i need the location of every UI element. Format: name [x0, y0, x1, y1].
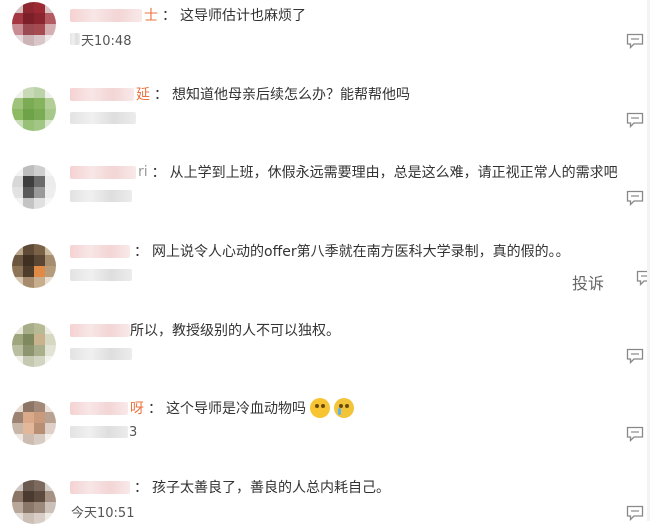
avatar[interactable]: [12, 480, 56, 524]
reply-comment-icon[interactable]: [626, 348, 644, 364]
comment-meta: [70, 109, 136, 127]
separator: ：: [134, 244, 148, 260]
username-tail[interactable]: 士: [144, 5, 158, 25]
comment-text: 从上学到上班，休假永远需要理由，总是这么难，请正视正常人的需求吧: [169, 165, 618, 181]
avatar[interactable]: [12, 87, 56, 131]
comment-meta: [70, 345, 132, 363]
separator: ：: [154, 87, 168, 103]
comment-meta: [70, 187, 132, 205]
comment-meta: 今天10:51: [70, 502, 135, 521]
avatar[interactable]: [12, 323, 56, 367]
timestamp-redacted: [70, 348, 132, 360]
timestamp-redacted: [70, 112, 136, 124]
separator: ：: [134, 480, 148, 496]
comment-header: 所以，教授级别的人不可以独权。: [70, 318, 340, 342]
timestamp: 天10:48: [81, 33, 132, 49]
reply-comment-icon[interactable]: [626, 190, 644, 206]
separator: ：: [162, 8, 176, 24]
reply-comment-icon[interactable]: [626, 505, 644, 521]
username-redacted[interactable]: [70, 480, 130, 494]
username-tail[interactable]: ri: [138, 164, 148, 180]
username-tail[interactable]: 呀: [130, 398, 144, 418]
timestamp-redacted: [70, 190, 132, 202]
comment-header: ： 网上说令人心动的offer第八季就在南方医科大学录制，真的假的。。: [70, 239, 570, 263]
comment-header: ri ： 从上学到上班，休假永远需要理由，总是这么难，请正视正常人的需求吧: [70, 160, 618, 184]
username-redacted[interactable]: [70, 87, 134, 101]
comment-text: 这导师估计也麻烦了: [180, 8, 306, 24]
avatar[interactable]: [12, 244, 56, 288]
comment-header: 延 ： 想知道他母亲后续怎么办？能帮帮他吗: [70, 82, 410, 106]
report-button[interactable]: 投诉: [572, 270, 604, 294]
username-redacted[interactable]: [70, 323, 130, 337]
comment-meta: 3: [70, 423, 137, 441]
username-redacted[interactable]: [70, 165, 136, 179]
comment-header: ： 孩子太善良了，善良的人总内耗自己。: [70, 475, 390, 499]
comment-meta: 天10:48: [70, 30, 132, 49]
timestamp-redacted: [70, 269, 132, 281]
timestamp-redacted: [70, 426, 128, 438]
username-redacted[interactable]: [70, 244, 130, 258]
comment-text: 所以，教授级别的人不可以独权。: [130, 323, 340, 339]
crying-face-icon: [334, 398, 354, 418]
worried-face-icon: [310, 398, 330, 418]
username-redacted[interactable]: [70, 8, 142, 22]
comment-meta: [70, 266, 132, 284]
avatar[interactable]: [12, 2, 56, 46]
username-tail[interactable]: 延: [136, 84, 150, 104]
avatar[interactable]: [12, 165, 56, 209]
separator: ：: [151, 165, 166, 181]
comment-list: 士 ： 这导师估计也麻烦了 天10:48 延 ： 想知道他母亲后续怎么办？能帮帮…: [0, 0, 650, 524]
reply-comment-icon[interactable]: [626, 33, 644, 49]
comment-text: 想知道他母亲后续怎么办？能帮帮他吗: [172, 87, 410, 103]
timestamp: 今天10:51: [71, 505, 135, 521]
reply-comment-icon[interactable]: [626, 112, 644, 128]
avatar[interactable]: [12, 401, 56, 445]
timestamp: 3: [129, 424, 138, 440]
comment-text: 网上说令人心动的offer第八季就在南方医科大学录制，真的假的。。: [152, 244, 570, 260]
comment-header: 呀 ： 这个导师是冷血动物吗: [70, 396, 354, 420]
separator: ：: [148, 401, 162, 417]
username-redacted[interactable]: [70, 401, 128, 415]
comment-header: 士 ： 这导师估计也麻烦了: [70, 3, 306, 27]
reply-comment-icon[interactable]: [626, 426, 644, 442]
comment-text: 孩子太善良了，善良的人总内耗自己。: [152, 480, 390, 496]
comment-text: 这个导师是冷血动物吗: [166, 401, 306, 417]
timestamp-redacted: [70, 33, 80, 45]
